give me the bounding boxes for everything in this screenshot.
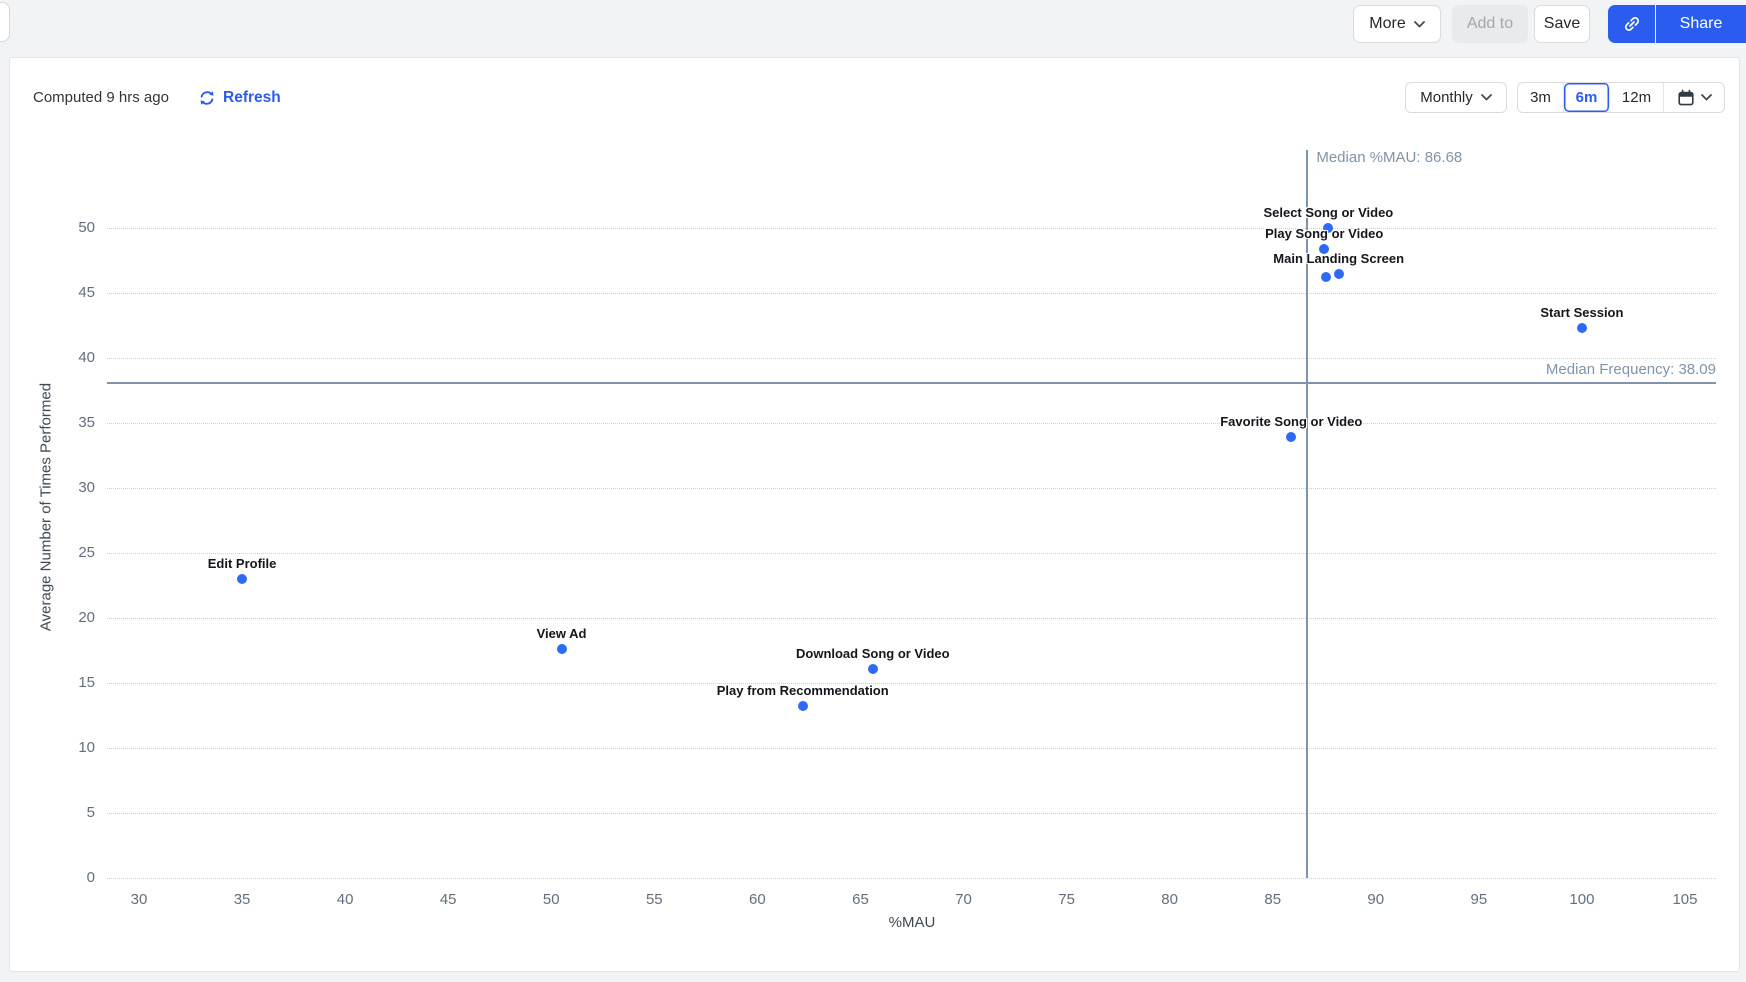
share-button-group: Share — [1608, 5, 1746, 43]
copy-link-button[interactable] — [1608, 5, 1656, 43]
add-to-button[interactable]: Add to — [1452, 5, 1528, 43]
refresh-icon — [200, 90, 214, 105]
range-option-12m[interactable]: 12m — [1610, 83, 1664, 112]
date-range-group: 3m 6m 12m — [1517, 82, 1725, 113]
chevron-down-icon — [1480, 94, 1492, 101]
interval-dropdown-value: Monthly — [1420, 89, 1473, 106]
save-button-label: Save — [1543, 15, 1581, 32]
computed-timestamp: Computed 9 hrs ago — [33, 89, 169, 106]
chevron-down-icon — [1700, 94, 1712, 101]
data-point[interactable] — [237, 574, 248, 584]
link-icon — [1624, 17, 1639, 31]
range-option-3m[interactable]: 3m — [1518, 83, 1564, 112]
chart-panel — [9, 57, 1740, 972]
chevron-down-icon — [1413, 20, 1425, 27]
data-point[interactable] — [1333, 268, 1344, 279]
refresh-label: Refresh — [223, 88, 281, 106]
data-point[interactable] — [1319, 243, 1330, 254]
save-button[interactable]: Save — [1534, 5, 1590, 43]
more-button[interactable]: More — [1353, 5, 1441, 43]
more-button-label: More — [1369, 15, 1406, 32]
data-point[interactable] — [556, 644, 567, 655]
cropped-button-fragment[interactable] — [0, 2, 10, 42]
calendar-icon — [1677, 89, 1694, 105]
range-option-6m[interactable]: 6m — [1564, 83, 1610, 112]
refresh-button[interactable]: Refresh — [198, 82, 281, 113]
share-button[interactable]: Share — [1656, 5, 1746, 43]
app-root: More Add to Save Share Computed 9 hrs ag… — [0, 0, 1746, 982]
share-button-label: Share — [1679, 15, 1723, 32]
interval-dropdown[interactable]: Monthly — [1405, 82, 1507, 113]
data-point[interactable] — [1576, 323, 1587, 334]
calendar-dropdown[interactable] — [1664, 83, 1724, 112]
add-to-button-label: Add to — [1466, 15, 1514, 32]
data-point[interactable] — [867, 663, 878, 674]
